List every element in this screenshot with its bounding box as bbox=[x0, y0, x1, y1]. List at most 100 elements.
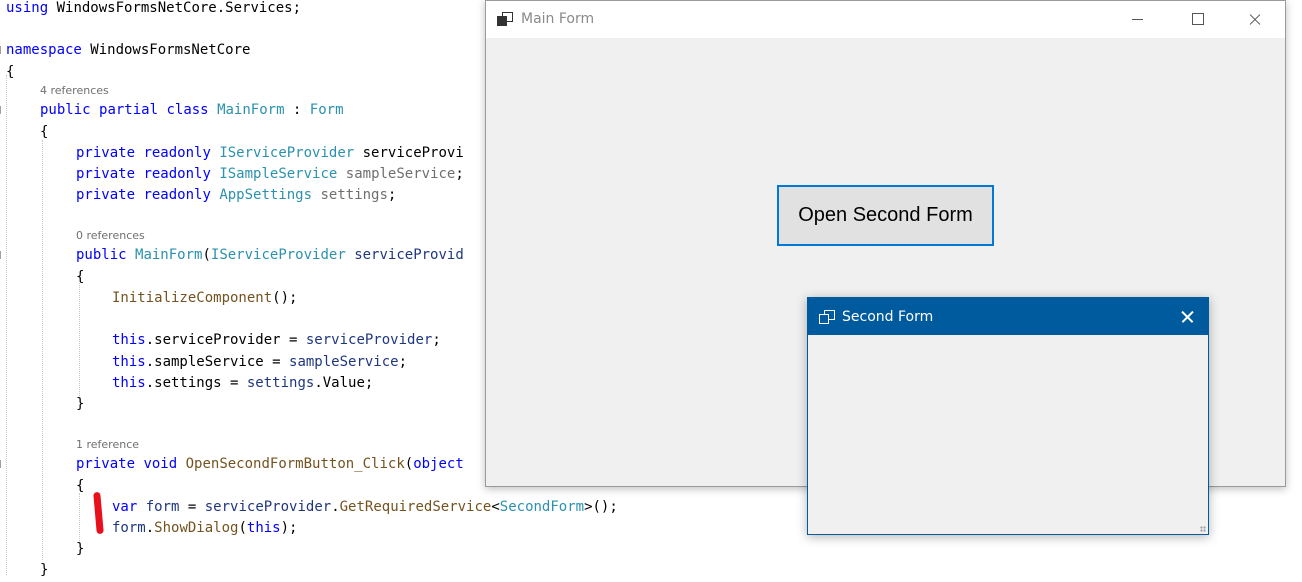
code-brace: { bbox=[40, 124, 49, 140]
code-line-field[interactable]: private readonly ISampleService sampleSe… bbox=[76, 164, 464, 184]
code-token: partial bbox=[99, 102, 159, 118]
resize-grip-icon[interactable] bbox=[1200, 526, 1206, 532]
code-line-show-dialog[interactable]: form.ShowDialog(this); bbox=[112, 518, 297, 538]
code-token: private bbox=[76, 145, 136, 161]
code-line-init[interactable]: InitializeComponent(); bbox=[112, 288, 297, 308]
code-token: WindowsFormsNetCore.Services; bbox=[48, 0, 302, 16]
code-line-assignment[interactable]: this.settings = settings.Value; bbox=[112, 373, 373, 393]
codelens-references[interactable]: 0 references bbox=[76, 229, 145, 243]
code-token: = bbox=[179, 499, 205, 515]
code-token: this bbox=[112, 354, 146, 370]
code-token: serviceProvider bbox=[305, 332, 433, 348]
code-token: (); bbox=[272, 290, 298, 306]
code-brace: { bbox=[76, 269, 85, 285]
code-token: ( bbox=[404, 456, 414, 472]
code-line-method[interactable]: private void OpenSecondFormButton_Click(… bbox=[76, 454, 464, 474]
code-token: ; bbox=[398, 354, 408, 370]
maximize-button[interactable] bbox=[1174, 1, 1220, 38]
code-token: . bbox=[145, 520, 155, 536]
code-token: ISampleService bbox=[219, 166, 338, 182]
code-line-class-declaration[interactable]: public partial class MainForm : Form bbox=[40, 100, 344, 120]
code-token: sampleService bbox=[345, 166, 456, 182]
code-line-field[interactable]: private readonly AppSettings settings; bbox=[76, 185, 396, 205]
indent-guide bbox=[79, 283, 80, 398]
code-token: serviceProvid bbox=[354, 247, 464, 263]
code-token: . bbox=[331, 499, 340, 515]
code-token: settings bbox=[320, 187, 388, 203]
code-token: Form bbox=[309, 102, 344, 118]
code-token: sampleService bbox=[289, 354, 399, 370]
code-token: SecondForm bbox=[499, 499, 585, 515]
code-token: OpenSecondFormButton_Click bbox=[185, 456, 405, 472]
code-token: ); bbox=[280, 520, 298, 536]
codelens-references[interactable]: 1 reference bbox=[76, 438, 139, 452]
code-token: ; bbox=[387, 187, 397, 203]
fold-marker[interactable] bbox=[0, 46, 4, 54]
minimize-button[interactable] bbox=[1114, 1, 1160, 38]
fold-marker[interactable] bbox=[0, 251, 4, 259]
code-token: AppSettings bbox=[219, 187, 313, 203]
indent-guide bbox=[79, 493, 80, 543]
code-line-assignment[interactable]: this.serviceProvider = serviceProvider; bbox=[112, 330, 441, 350]
code-token: private bbox=[76, 187, 136, 203]
code-brace: } bbox=[76, 541, 85, 557]
code-token: var bbox=[112, 499, 138, 515]
code-token: ShowDialog bbox=[154, 520, 239, 536]
code-token: .serviceProvider = bbox=[145, 332, 306, 348]
code-token: .sampleService = bbox=[145, 354, 290, 370]
code-token: form bbox=[145, 499, 180, 515]
code-token: public bbox=[40, 102, 91, 118]
fold-marker[interactable] bbox=[0, 106, 4, 114]
code-line-assignment[interactable]: this.sampleService = sampleService; bbox=[112, 352, 407, 372]
code-line-namespace[interactable]: namespace WindowsFormsNetCore bbox=[6, 40, 250, 60]
code-token: this bbox=[112, 332, 146, 348]
second-form-window[interactable]: Second Form bbox=[807, 297, 1209, 535]
form-window-icon bbox=[819, 309, 835, 325]
main-form-title: Main Form bbox=[521, 11, 595, 27]
codelens-references[interactable]: 4 references bbox=[40, 84, 109, 98]
code-token: class bbox=[166, 102, 209, 118]
code-token: readonly bbox=[143, 166, 211, 182]
code-token: .settings = bbox=[145, 375, 247, 391]
code-token: form bbox=[112, 520, 146, 536]
close-button[interactable] bbox=[1232, 1, 1278, 38]
open-second-form-button[interactable]: Open Second Form bbox=[777, 185, 994, 246]
code-token: IServiceProvider bbox=[219, 145, 355, 161]
code-token: GetRequiredService bbox=[339, 499, 492, 515]
main-form-titlebar[interactable]: Main Form bbox=[486, 1, 1285, 38]
code-token: InitializeComponent bbox=[112, 290, 273, 306]
code-token: .Value; bbox=[314, 375, 374, 391]
indent-guide bbox=[42, 140, 43, 560]
code-line-field[interactable]: private readonly IServiceProvider servic… bbox=[76, 143, 464, 163]
second-form-titlebar[interactable]: Second Form bbox=[808, 298, 1208, 335]
code-brace: { bbox=[76, 478, 85, 494]
code-brace: { bbox=[6, 64, 15, 80]
code-token: object bbox=[413, 456, 464, 472]
code-token: void bbox=[143, 456, 178, 472]
code-token: readonly bbox=[143, 145, 211, 161]
code-token: WindowsFormsNetCore bbox=[81, 42, 251, 58]
code-token: ; bbox=[432, 332, 441, 348]
code-token: IServiceProvider bbox=[210, 247, 346, 263]
code-token: : bbox=[284, 102, 310, 118]
code-token: private bbox=[76, 166, 136, 182]
code-token: serviceProvider bbox=[204, 499, 332, 515]
second-form-close-button[interactable] bbox=[1164, 298, 1210, 335]
code-token: this bbox=[246, 520, 281, 536]
code-token: < bbox=[491, 499, 500, 515]
fold-marker[interactable] bbox=[0, 460, 4, 468]
code-line-using[interactable]: using WindowsFormsNetCore.Services; bbox=[6, 0, 301, 18]
second-form-title: Second Form bbox=[842, 309, 934, 325]
code-line-constructor[interactable]: public MainForm(IServiceProvider service… bbox=[76, 245, 464, 265]
code-brace: } bbox=[76, 396, 85, 412]
code-line-var-form[interactable]: var form = serviceProvider.GetRequiredSe… bbox=[112, 497, 618, 517]
indent-guide bbox=[6, 75, 7, 575]
code-token: readonly bbox=[143, 187, 211, 203]
